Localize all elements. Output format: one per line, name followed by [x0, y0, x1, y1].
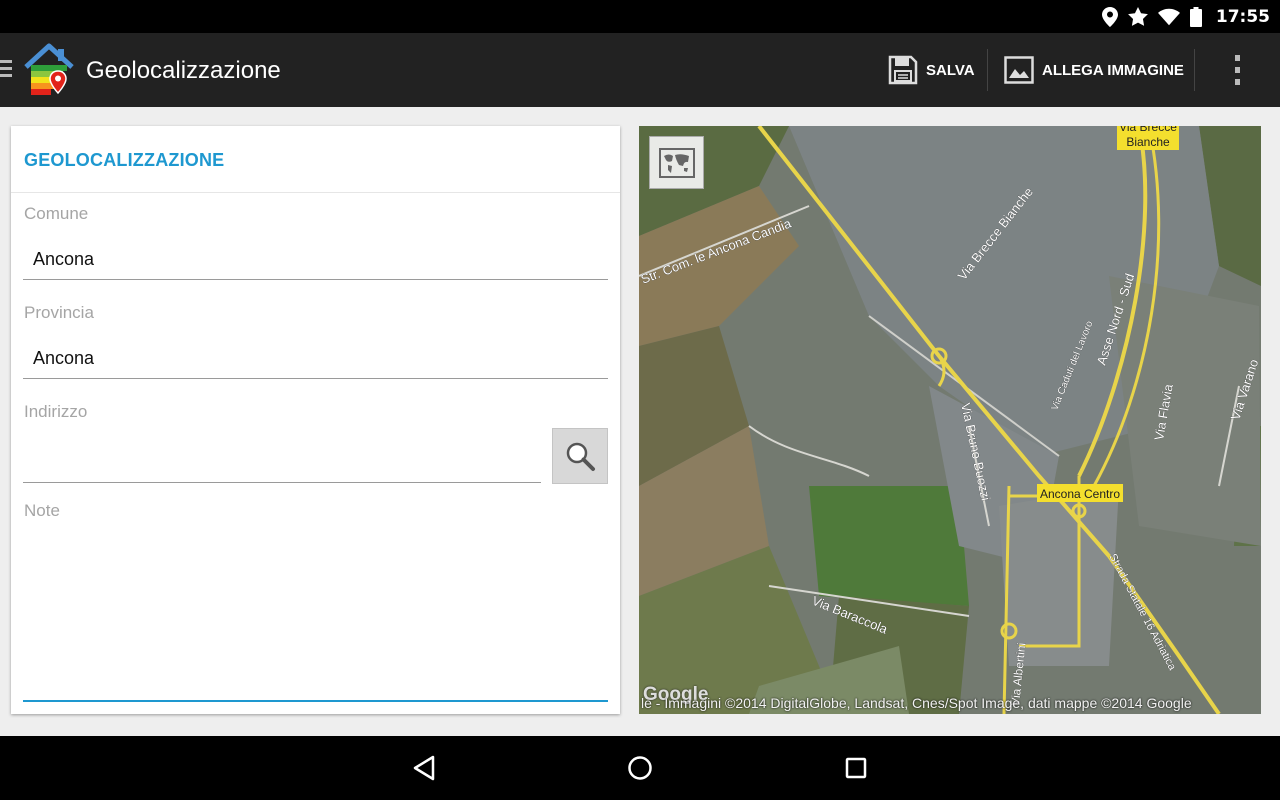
- home-button[interactable]: [620, 748, 660, 788]
- back-triangle-icon: [413, 755, 435, 781]
- map-label-via-brecce-bianche-2: Bianche: [1126, 135, 1170, 149]
- map-imagery[interactable]: Str. Com. le Ancona Candia Via Brecce Bi…: [639, 126, 1261, 714]
- navigation-bar: [0, 736, 1280, 800]
- attach-image-label: ALLEGA IMMAGINE: [1042, 61, 1184, 79]
- save-button[interactable]: SALVA: [888, 33, 975, 107]
- overflow-menu-icon[interactable]: [1226, 55, 1248, 85]
- note-label: Note: [24, 501, 60, 520]
- attach-image-button[interactable]: ALLEGA IMMAGINE: [1004, 33, 1184, 107]
- world-map-icon: [658, 147, 695, 178]
- star-icon: [1127, 7, 1148, 26]
- provincia-label: Provincia: [24, 303, 94, 322]
- image-icon: [1004, 56, 1034, 84]
- location-icon: [1101, 6, 1118, 27]
- map-attribution: le - Immagini ©2014 DigitalGlobe, Landsa…: [641, 695, 1192, 711]
- battery-icon: [1189, 6, 1202, 27]
- map-type-toggle-button[interactable]: [649, 136, 704, 189]
- page-title: Geolocalizzazione: [86, 57, 281, 84]
- status-bar: 17:55: [0, 0, 1280, 33]
- comune-label: Comune: [24, 204, 89, 223]
- recents-button[interactable]: [836, 748, 876, 788]
- provincia-input[interactable]: [23, 339, 608, 379]
- section-title: GEOLOCALIZZAZIONE: [24, 150, 225, 170]
- indirizzo-input[interactable]: [23, 443, 541, 483]
- divider: [987, 49, 988, 91]
- clock: 17:55: [1215, 6, 1270, 27]
- app-logo-icon[interactable]: [20, 41, 78, 99]
- search-icon: [566, 442, 595, 471]
- recents-square-icon: [845, 757, 867, 779]
- back-button[interactable]: [404, 748, 444, 788]
- divider: [1194, 49, 1195, 91]
- comune-input[interactable]: [23, 240, 608, 280]
- home-circle-icon: [628, 756, 652, 780]
- action-bar: Geolocalizzazione SALVA ALLEGA IMMAGINE: [0, 33, 1280, 107]
- satellite-map[interactable]: Str. Com. le Ancona Candia Via Brecce Bi…: [639, 126, 1261, 714]
- save-label: SALVA: [926, 61, 975, 79]
- drawer-menu-icon[interactable]: [0, 60, 12, 80]
- map-label-ancona-centro: Ancona Centro: [1040, 487, 1120, 501]
- note-textarea[interactable]: [23, 534, 608, 702]
- geolocation-form-card: GEOLOCALIZZAZIONE Comune Provincia Indir…: [11, 126, 620, 714]
- divider: [11, 192, 620, 193]
- wifi-icon: [1157, 8, 1180, 25]
- floppy-disk-icon: [888, 55, 918, 85]
- map-label-via-brecce-bianche: Via Brecce: [1119, 126, 1177, 134]
- search-address-button[interactable]: [552, 428, 608, 484]
- indirizzo-label: Indirizzo: [24, 402, 88, 421]
